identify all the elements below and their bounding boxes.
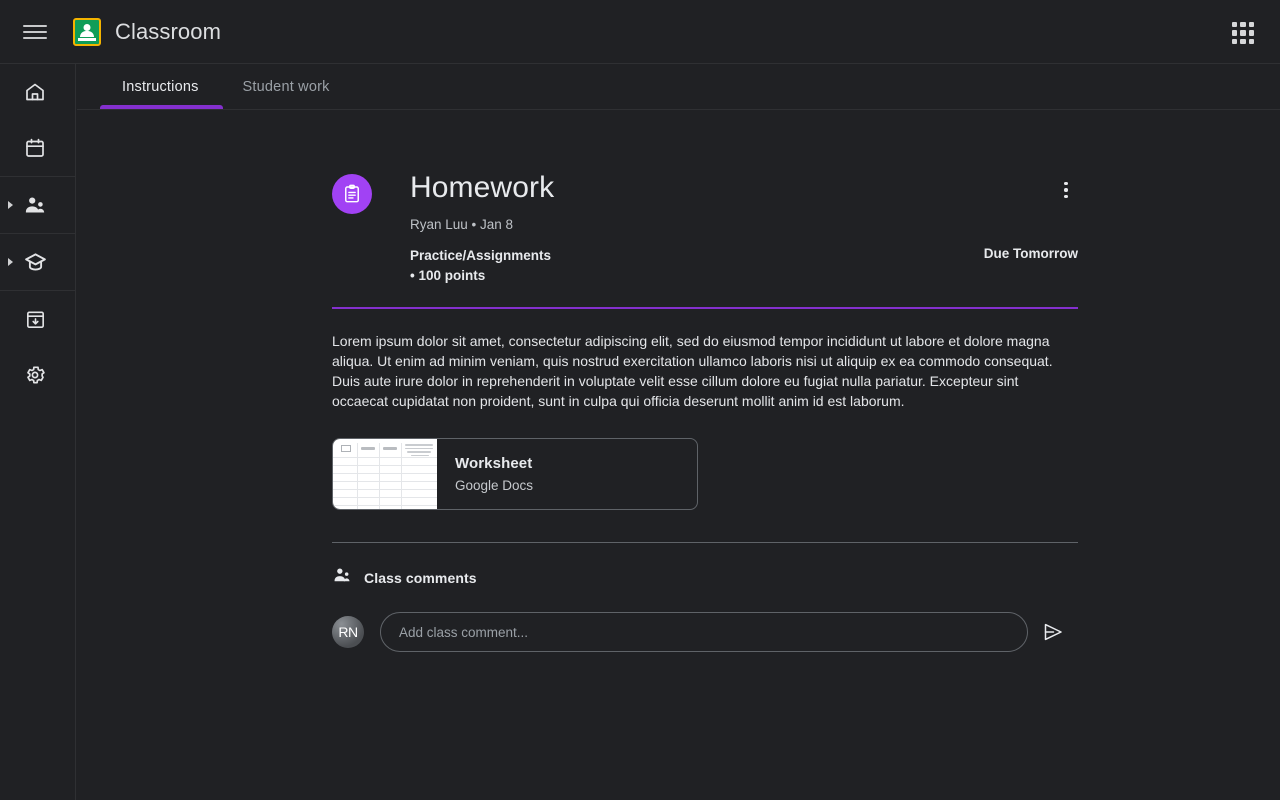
grid-dot [1240, 38, 1246, 44]
grid-dot [1248, 22, 1254, 28]
more-vertical-icon[interactable] [1054, 178, 1078, 202]
thumbnail-text-line [405, 444, 433, 446]
tab-bar: Instructions Student work [77, 64, 1280, 110]
assignment-header: Homework Ryan Luu • Jan 8 Practice/Assig… [332, 170, 1078, 286]
sidebar-section-utility [0, 291, 75, 403]
google-classroom-logo-icon [73, 17, 101, 46]
thumbnail-grid-row [333, 489, 437, 490]
thumbnail-grid-col [379, 443, 380, 509]
gear-icon [22, 362, 48, 388]
brand-home-link[interactable]: Classroom [73, 17, 222, 46]
thumbnail-grid-row [333, 497, 437, 498]
hamburger-line [23, 36, 47, 39]
sidebar-section-primary [0, 64, 75, 177]
logo-person-head [83, 23, 91, 31]
thumbnail-grid-col [401, 443, 402, 509]
document-thumbnail [333, 439, 437, 509]
assignment-detail: Homework Ryan Luu • Jan 8 Practice/Assig… [332, 110, 1078, 652]
class-comments-header: Class comments [332, 565, 1078, 590]
attachment-title: Worksheet [455, 455, 533, 472]
main-content-area: Instructions Student work Homework Ryan … [77, 64, 1280, 800]
attachment-card[interactable]: Worksheet Google Docs [332, 438, 698, 510]
grid-dot [1232, 30, 1238, 36]
class-comments-label: Class comments [364, 569, 477, 586]
logo-desk [78, 37, 96, 41]
sidebar-item-teaching[interactable] [0, 177, 75, 233]
thumbnail-grid-row [333, 473, 437, 474]
thumbnail-text-line [407, 451, 431, 453]
thumbnail-logo [341, 445, 351, 452]
assignment-byline: Ryan Luu • Jan 8 [410, 217, 514, 232]
add-comment-row: RN [332, 612, 1078, 652]
hamburger-line [23, 24, 47, 27]
section-divider [332, 542, 1078, 543]
thumbnail-header-mark [361, 447, 375, 450]
sidebar-section-teaching [0, 177, 75, 234]
grid-dot [1240, 30, 1246, 36]
sidebar-item-home[interactable] [0, 64, 75, 120]
tab-instructions[interactable]: Instructions [100, 64, 221, 109]
assignment-header-text: Homework Ryan Luu • Jan 8 Practice/Assig… [410, 170, 1078, 286]
attachment-subtitle: Google Docs [455, 478, 534, 493]
send-icon[interactable] [1038, 617, 1068, 647]
thumbnail-text-line [411, 454, 429, 457]
tab-student-work[interactable]: Student work [221, 64, 352, 109]
thumbnail-header-mark [383, 447, 397, 450]
kebab-dot [1064, 188, 1068, 192]
thumbnail-grid-row [333, 481, 437, 482]
graduation-cap-icon [22, 249, 48, 275]
chevron-right-icon[interactable] [8, 258, 13, 266]
assignment-meta-row: Practice/Assignments • 100 points Due To… [410, 246, 1078, 286]
sidebar-item-settings[interactable] [0, 347, 75, 403]
grid-dot [1232, 38, 1238, 44]
hamburger-line [23, 30, 47, 33]
archive-box-icon [22, 306, 48, 332]
avatar[interactable]: RN [332, 616, 364, 648]
sidebar-navigation [0, 64, 76, 800]
sidebar-item-enrolled[interactable] [0, 234, 75, 290]
sidebar-item-archived-classes[interactable] [0, 291, 75, 347]
attachment-text: Worksheet Google Docs [437, 439, 533, 509]
calendar-icon [22, 135, 48, 161]
sidebar-section-enrolled [0, 234, 75, 291]
kebab-dot [1064, 194, 1068, 199]
grid-dot [1248, 38, 1254, 44]
thumbnail-text-line [405, 447, 433, 450]
grid-dot [1232, 22, 1238, 28]
grid-dot [1248, 30, 1254, 36]
assignment-topic: Practice/Assignments [410, 248, 552, 263]
people-teaching-icon [22, 192, 48, 218]
assignment-topic-points: Practice/Assignments • 100 points [410, 246, 551, 286]
thumbnail-grid-row [333, 505, 437, 506]
home-icon [22, 79, 48, 105]
thumbnail-grid-col [357, 443, 358, 509]
sidebar-item-calendar[interactable] [0, 120, 75, 176]
page-title: Homework [410, 171, 555, 204]
logo-person-body [80, 30, 94, 37]
people-icon [332, 565, 352, 590]
due-date-label: Due Tomorrow [983, 246, 1078, 261]
thumbnail-grid-row [333, 457, 437, 458]
comment-input[interactable] [380, 612, 1028, 652]
accent-divider [332, 307, 1078, 309]
kebab-dot [1064, 181, 1068, 186]
assignment-points: • 100 points [410, 268, 486, 283]
chevron-right-icon[interactable] [8, 201, 13, 209]
assignment-clipboard-icon [332, 174, 372, 214]
thumbnail-grid-row [333, 465, 437, 466]
top-app-bar: Classroom [0, 0, 1280, 64]
grid-dot [1240, 22, 1246, 28]
app-title: Classroom [115, 18, 222, 44]
apps-grid-icon[interactable] [1230, 20, 1256, 46]
assignment-description: Lorem ipsum dolor sit amet, consectetur … [332, 333, 1053, 409]
hamburger-menu-icon[interactable] [23, 20, 47, 44]
